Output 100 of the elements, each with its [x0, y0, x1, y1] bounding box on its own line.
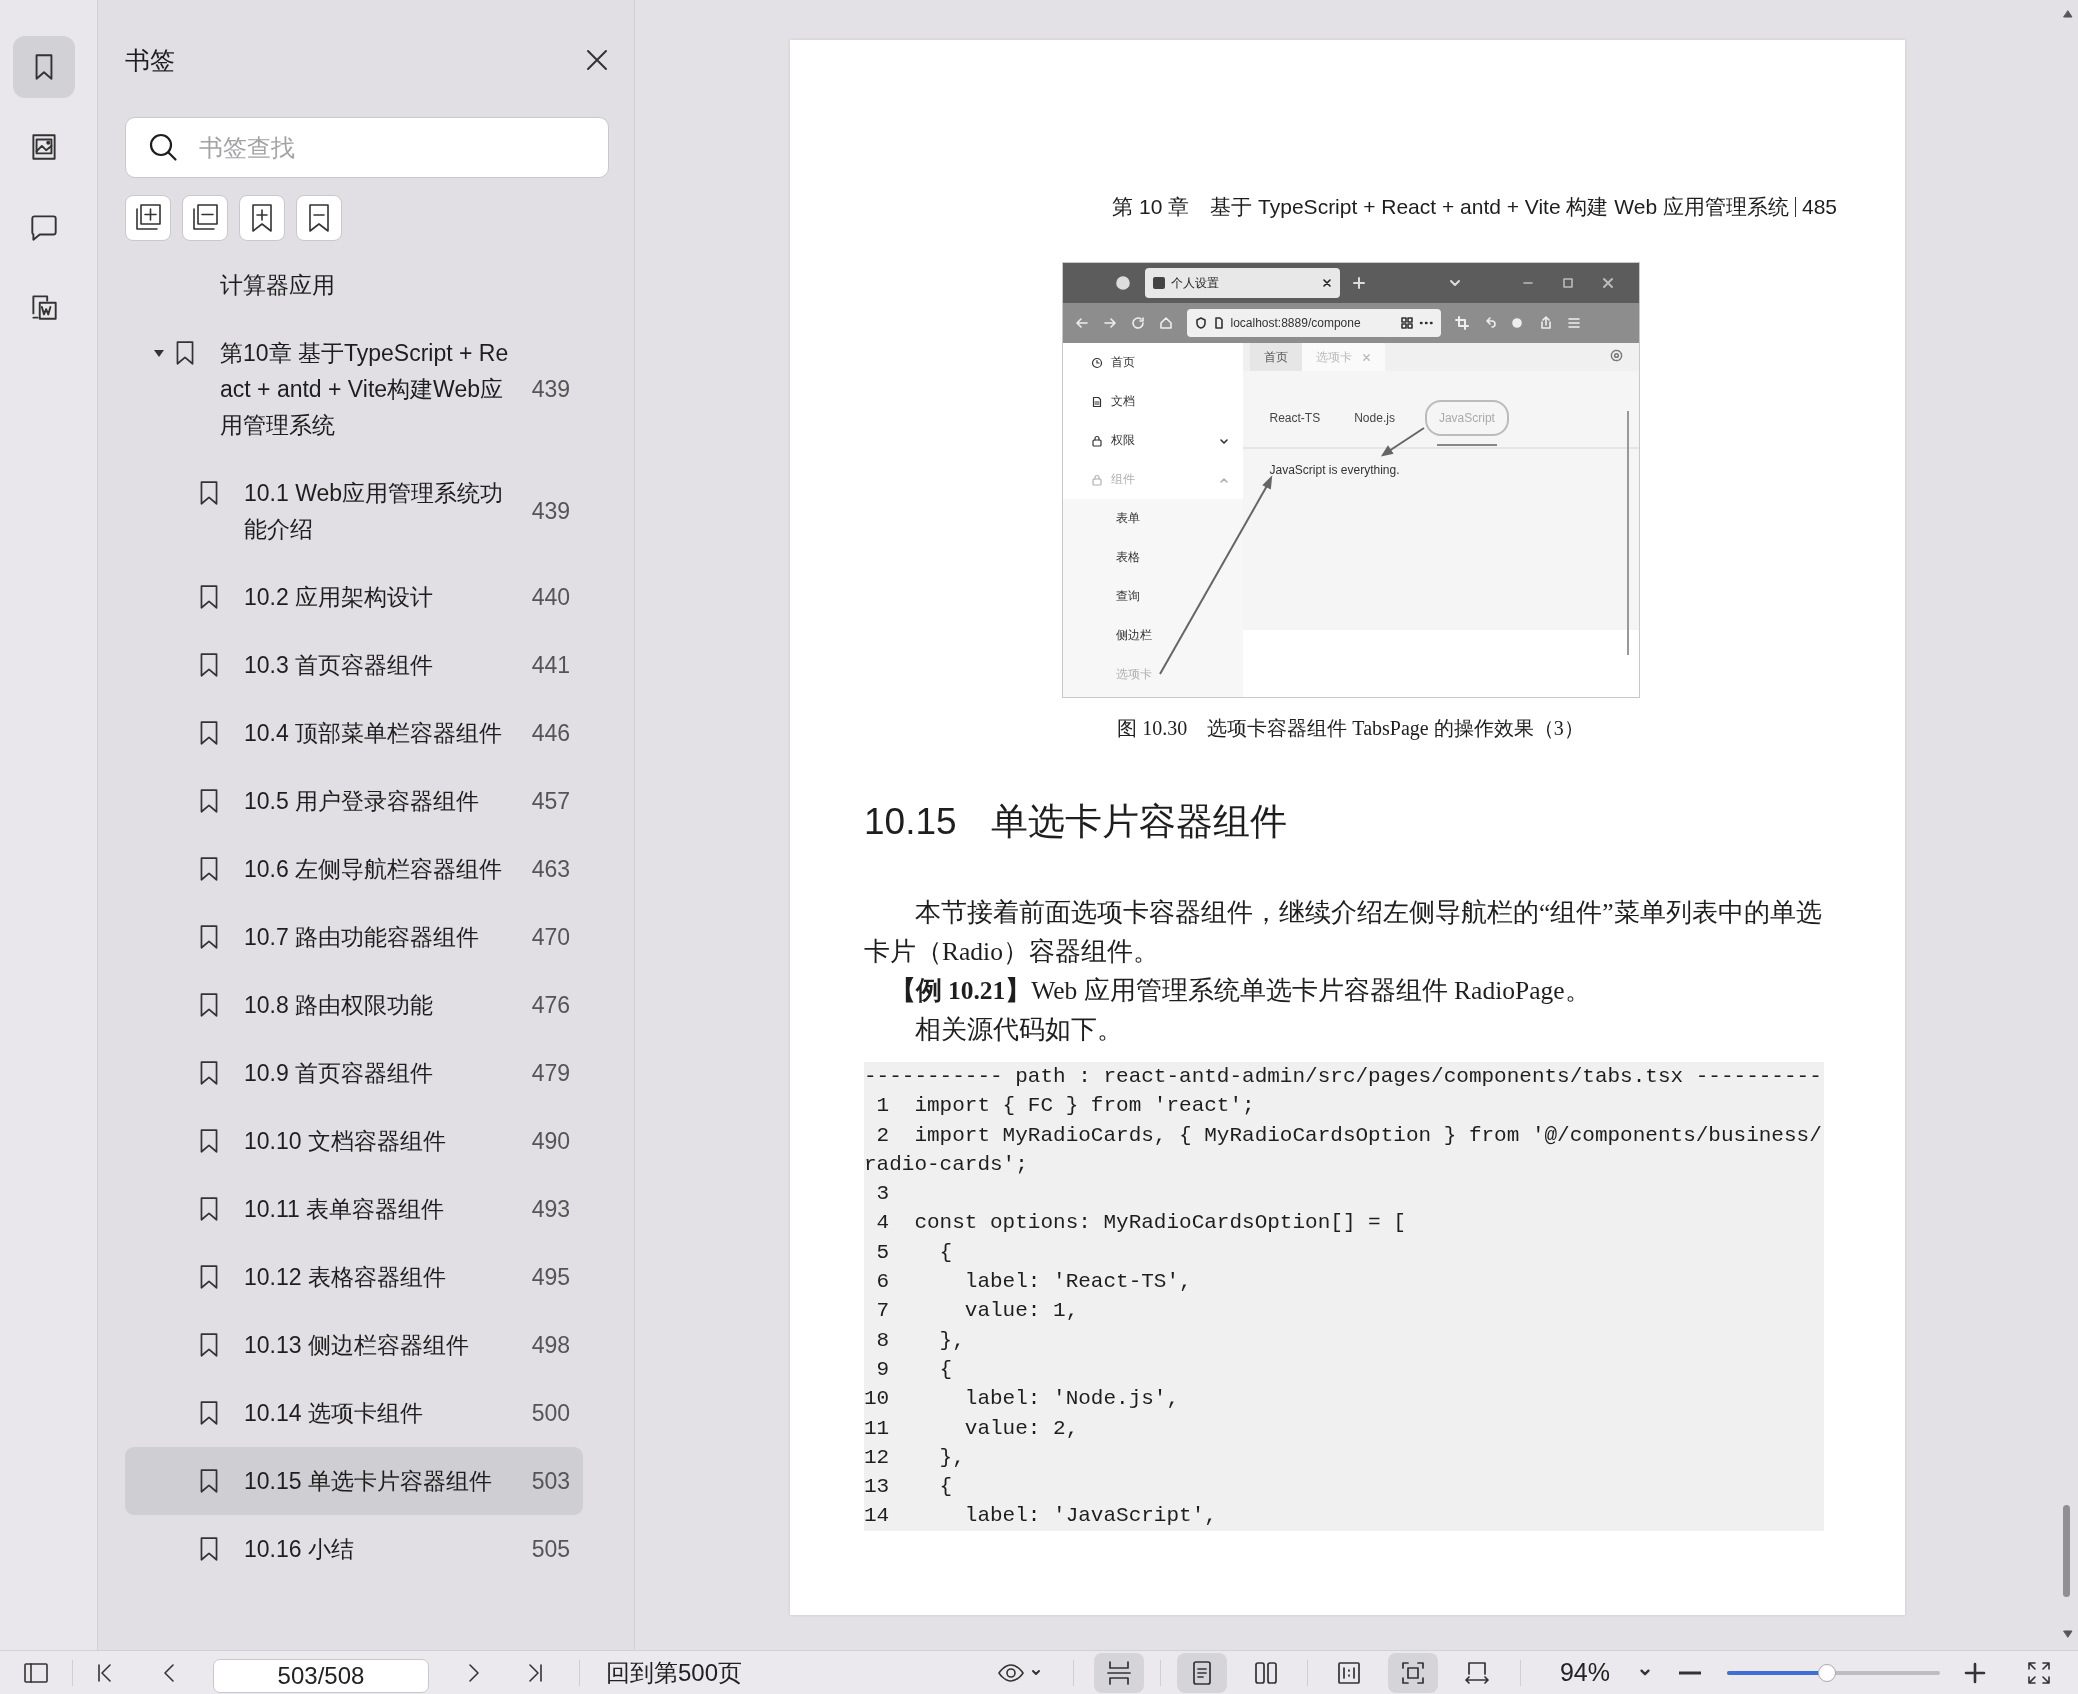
- browser-tab[interactable]: 个人设置: [1144, 268, 1340, 298]
- bookmark-title: 10.7 路由功能容器组件: [244, 923, 481, 952]
- close-button[interactable]: [585, 48, 609, 72]
- search-icon: [147, 131, 179, 163]
- nav-submenu-item[interactable]: 表格: [1062, 538, 1243, 577]
- bookmark-item[interactable]: 10.8 路由权限功能 476: [125, 971, 583, 1039]
- bookmark-item[interactable]: 计算器应用: [125, 251, 583, 319]
- bookmark-item[interactable]: 10.3 首页容器组件 441: [125, 631, 583, 699]
- bookmark-item[interactable]: 第10章 基于TypeScript + React + antd + Vite构建Web应用管理系统 439: [125, 319, 583, 459]
- bookmark-item[interactable]: 10.5 用户登录容器组件 457: [125, 767, 583, 835]
- code-line: 4 const options: MyRadioCardsOption[] = [: [875, 1210, 1407, 1237]
- nav-submenu-item[interactable]: 查询: [1062, 577, 1243, 616]
- bookmark-title: 10.5 用户登录容器组件: [244, 787, 481, 816]
- settings-icon: [1609, 349, 1623, 362]
- radio-tab[interactable]: Node.js: [1350, 402, 1399, 434]
- page-number: 470: [530, 923, 570, 951]
- bookmark-title: 10.13 侧边栏容器组件: [244, 1331, 470, 1360]
- bookmark-item[interactable]: 10.6 左侧导航栏容器组件 463: [125, 835, 583, 903]
- remove-bookmark-button[interactable]: [296, 195, 342, 241]
- code-line: 2 import MyRadioCards, { MyRadioCardsOption } from '@/components/business/radio-cards';: [864, 1122, 1823, 1178]
- bookmark-title: 10.2 应用架构设计: [244, 583, 435, 612]
- bookmark-item[interactable]: 10.14 选项卡组件 500: [125, 1379, 583, 1447]
- active-tab-underline: [1436, 444, 1497, 446]
- paragraph: 本节接着前面选项卡容器组件，继续介绍左侧导航栏的“组件”菜单列表中的单选卡片（Radio）容器组件。: [864, 897, 1823, 968]
- code-line: 3: [875, 1181, 891, 1208]
- paragraph: 【例 10.21】Web 应用管理系统单选卡片容器组件 RadioPage。: [888, 975, 1592, 1007]
- page-icon: [1212, 317, 1225, 329]
- page-number: 500: [530, 1399, 570, 1427]
- bookmark-title: 10.16 小结: [244, 1535, 355, 1564]
- back-to-page-link[interactable]: 回到第500页: [606, 1656, 743, 1689]
- back-arrow-icon: [1074, 316, 1089, 330]
- close-icon: [1601, 277, 1614, 289]
- code-line: 8 },: [875, 1327, 966, 1354]
- menu-item-icon: [1090, 434, 1103, 447]
- paragraph: 相关源代码如下。: [914, 1014, 1124, 1046]
- nav-menu-item[interactable]: 权限: [1062, 421, 1243, 460]
- collapse-all-button[interactable]: [182, 195, 228, 241]
- page-number: 446: [530, 719, 570, 747]
- plus-icon: [1963, 1660, 1987, 1685]
- nav-menu-label: 组件: [1110, 471, 1136, 488]
- single-page-button[interactable]: [1177, 1652, 1227, 1693]
- scrollbar-thumb[interactable]: [2063, 1505, 2070, 1597]
- maximize-icon: [1561, 277, 1574, 289]
- home-icon: [1158, 316, 1173, 330]
- bookmark-item[interactable]: 10.11 表单容器组件 493: [125, 1175, 583, 1243]
- section-number: 10.15: [864, 800, 957, 844]
- zoom-slider[interactable]: [1727, 1663, 1940, 1682]
- bookmark-item[interactable]: 10.12 表格容器组件 495: [125, 1243, 583, 1311]
- nav-menu-item[interactable]: 首页: [1062, 343, 1243, 382]
- address-bar[interactable]: localhost:8889/compone: [1186, 309, 1441, 337]
- continuous-scroll-button[interactable]: [1094, 1652, 1144, 1693]
- code-line: 7 value: 1,: [875, 1298, 1080, 1325]
- bookmark-item[interactable]: 10.2 应用架构设计 440: [125, 563, 583, 631]
- bookmark-tab[interactable]: [13, 36, 75, 98]
- page-tab[interactable]: 首页: [1249, 343, 1302, 371]
- page-number-field[interactable]: 503/508: [213, 1658, 429, 1693]
- bookmark-title: 10.4 顶部菜单栏容器组件: [244, 719, 504, 748]
- bookmark-title: 10.8 路由权限功能: [244, 991, 435, 1020]
- bookmark-item[interactable]: 10.9 首页容器组件 479: [125, 1039, 583, 1107]
- bookmark-item[interactable]: 10.13 侧边栏容器组件 498: [125, 1311, 583, 1379]
- add-bookmark-button[interactable]: [239, 195, 285, 241]
- bookmark-item[interactable]: 10.1 Web应用管理系统功能介绍 439: [125, 459, 583, 563]
- code-line: 10 label: 'Node.js',: [864, 1386, 1181, 1413]
- page-number: 493: [530, 1195, 570, 1223]
- actual-size-button[interactable]: [1388, 1652, 1438, 1693]
- page-number: 495: [530, 1263, 570, 1291]
- bookmark-title: 10.12 表格容器组件: [244, 1263, 447, 1292]
- radio-tab[interactable]: React-TS: [1265, 402, 1325, 434]
- section-heading: 单选卡片容器组件: [990, 800, 1287, 844]
- panel-title: 书签: [125, 44, 175, 76]
- forward-arrow-icon: [1102, 316, 1117, 330]
- page-number: 457: [530, 787, 570, 815]
- slider-thumb[interactable]: [1818, 1663, 1837, 1682]
- continuous-scroll-icon: [1105, 1658, 1133, 1687]
- code-line: 12 },: [864, 1444, 966, 1471]
- bookmark-item[interactable]: 10.4 顶部菜单栏容器组件 446: [125, 699, 583, 767]
- menu-item-icon: [1090, 395, 1103, 408]
- bookmark-title: 计算器应用: [220, 271, 336, 300]
- zoom-level-dropdown[interactable]: 94%: [1545, 1658, 1625, 1687]
- bookmark-item[interactable]: 10.10 文档容器组件 490: [125, 1107, 583, 1175]
- nav-menu-item[interactable]: 文档: [1062, 382, 1243, 421]
- page-number: 479: [530, 1059, 570, 1087]
- page-tab-label: 选项卡: [1315, 348, 1352, 366]
- page-number: 440: [530, 583, 570, 611]
- page-number: 463: [530, 855, 570, 883]
- extension-icon: [1510, 316, 1525, 330]
- bookmark-item[interactable]: 10.16 小结 505: [125, 1515, 583, 1583]
- bookmark-item[interactable]: 10.15 单选卡片容器组件 503: [125, 1447, 583, 1515]
- nav-submenu-item[interactable]: 侧边栏: [1062, 616, 1243, 655]
- page-number: 439: [530, 497, 570, 525]
- tab-content-text: JavaScript is everything.: [1269, 463, 1401, 477]
- expand-all-button[interactable]: [125, 195, 171, 241]
- close-icon: [585, 48, 609, 72]
- code-line: 11 value: 2,: [864, 1415, 1080, 1442]
- bookmark-title: 第10章 基于TypeScript + React + antd + Vite构建Web应用管理系统: [220, 339, 510, 440]
- expand-triangle-icon[interactable]: [153, 347, 165, 359]
- nav-submenu-item[interactable]: 表单: [1062, 499, 1243, 538]
- bookmark-item[interactable]: 10.7 路由功能容器组件 470: [125, 903, 583, 971]
- code-line: 14 label: 'JavaScript',: [864, 1503, 1218, 1530]
- search-field[interactable]: 书签查找: [125, 117, 609, 178]
